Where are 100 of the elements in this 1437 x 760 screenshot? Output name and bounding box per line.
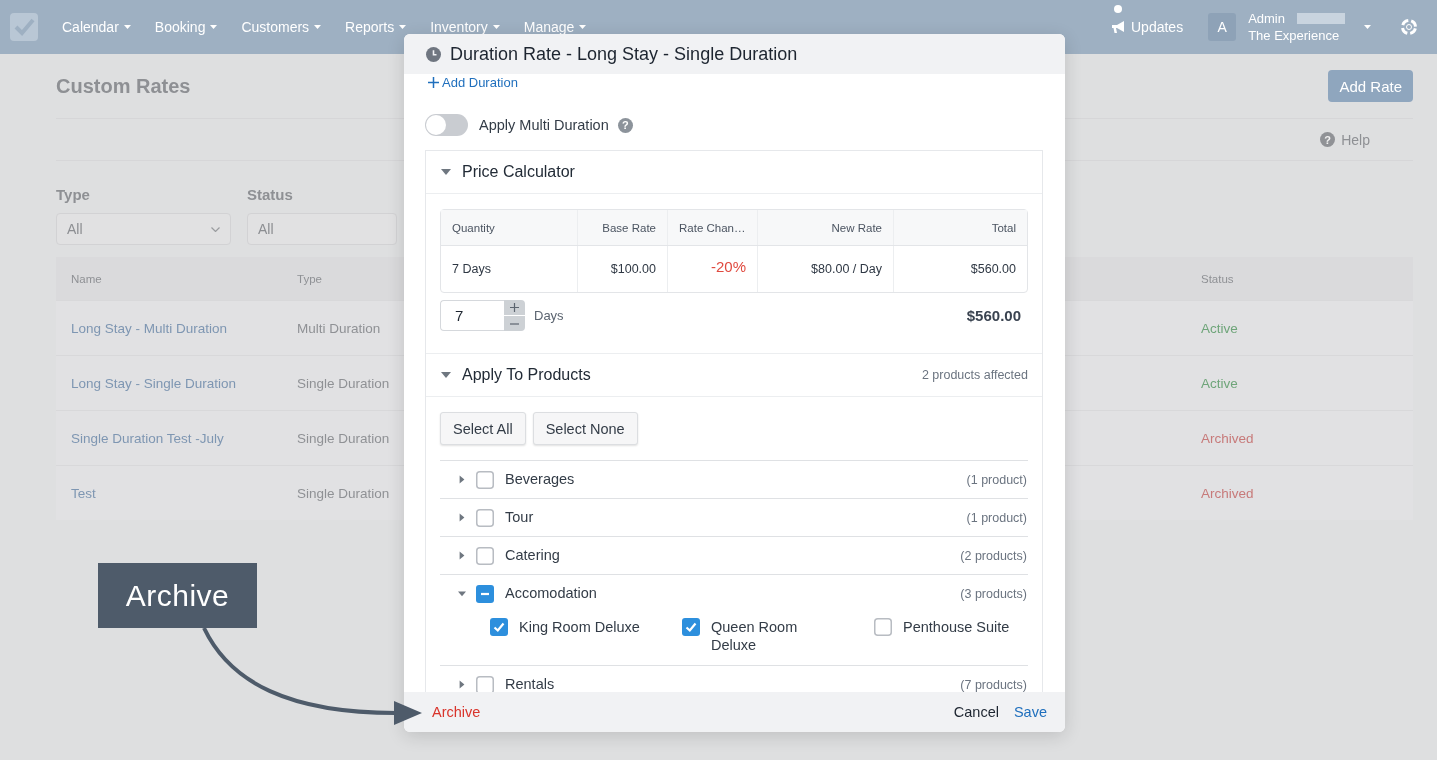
caret-icon[interactable]	[458, 589, 466, 598]
status-text: Archived	[1201, 430, 1254, 446]
add-rate-button[interactable]: Add Rate	[1328, 70, 1413, 102]
decrement-button[interactable]	[504, 316, 525, 331]
rate-name-link[interactable]: Test	[71, 485, 96, 501]
caret-icon	[314, 25, 322, 29]
checkmark-logo-icon[interactable]	[10, 13, 38, 41]
lifebuoy-icon[interactable]	[1401, 19, 1417, 35]
column-header: Total	[991, 221, 1016, 234]
caret-icon[interactable]	[458, 513, 466, 522]
toggle-label: Apply Multi Duration	[479, 117, 609, 133]
rate-name-link[interactable]: Single Duration Test -July	[71, 430, 224, 446]
checkbox[interactable]	[490, 618, 508, 636]
caret-icon[interactable]	[1364, 25, 1371, 29]
column-header: Base Rate	[602, 221, 656, 234]
caret-icon	[579, 25, 587, 29]
filter-label: Type	[56, 186, 90, 204]
caret-icon[interactable]	[458, 475, 466, 484]
modal-title: Duration Rate - Long Stay - Single Duration	[450, 43, 798, 65]
nav-menu-item[interactable]: Booking	[154, 20, 218, 34]
page-title: Custom Rates	[56, 74, 191, 98]
avatar[interactable]: A	[1208, 13, 1237, 41]
checkbox[interactable]	[476, 470, 494, 489]
increment-button[interactable]	[504, 300, 525, 315]
rate-name-link[interactable]: Long Stay - Single Duration	[71, 375, 237, 391]
section-title[interactable]: Price Calculator	[462, 163, 575, 181]
minus-icon	[510, 322, 519, 325]
rate-name-link[interactable]: Long Stay - Multi Duration	[71, 320, 228, 336]
rate-type-text: Single Duration	[297, 485, 390, 501]
caret-icon	[210, 25, 218, 29]
updates-button[interactable]: Updates	[1112, 19, 1184, 35]
table-cell: $80.00 / Day	[811, 262, 882, 276]
product-count: (1 product)	[966, 510, 1027, 525]
caret-icon[interactable]	[441, 370, 451, 380]
filter-label: Status	[247, 186, 293, 204]
product-count: (3 products)	[960, 586, 1027, 601]
chevron-down-icon	[211, 226, 220, 232]
category-name: Tour	[505, 509, 534, 526]
category-name: Rentals	[505, 676, 555, 692]
product-count: (2 products)	[960, 548, 1027, 563]
plus-icon	[510, 303, 519, 312]
footer-button[interactable]: Cancel	[953, 704, 999, 720]
section-title[interactable]: Apply To Products	[462, 366, 591, 384]
caret-icon[interactable]	[458, 551, 466, 560]
table-cell: -20%	[710, 258, 746, 275]
column-header: Quantity	[452, 221, 495, 234]
caret-icon[interactable]	[458, 680, 466, 689]
status-text: Active	[1201, 320, 1238, 336]
table-cell: 7 Days	[452, 262, 491, 276]
category-name: Catering	[505, 547, 560, 564]
clock-icon	[426, 46, 441, 62]
product-count: (7 products)	[960, 677, 1027, 692]
category-name: Beverages	[505, 471, 575, 488]
checkbox[interactable]	[476, 546, 494, 565]
help-link[interactable]: Help	[1341, 131, 1370, 148]
nav-menu-item[interactable]: Inventory	[430, 20, 500, 34]
select-field[interactable]: All	[247, 213, 397, 245]
checkbox[interactable]	[476, 675, 494, 692]
user-name[interactable]: Admin	[1248, 11, 1285, 26]
account-name[interactable]: The Experience	[1248, 28, 1345, 43]
nav-menu-item[interactable]: Reports	[345, 20, 407, 34]
megaphone-icon	[1112, 21, 1126, 33]
plus-icon	[428, 77, 439, 88]
product-name: Queen Room Deluxe	[711, 618, 799, 654]
add-duration-link[interactable]: Add Duration	[425, 74, 518, 91]
help-icon[interactable]: ?	[1320, 132, 1336, 147]
nav-menu-item[interactable]: Customers	[241, 20, 322, 34]
rate-type-text: Single Duration	[297, 375, 390, 391]
status-text: Active	[1201, 375, 1238, 391]
help-icon[interactable]: ?	[617, 117, 633, 133]
rate-type-text: Single Duration	[297, 430, 390, 446]
checkbox[interactable]	[874, 618, 892, 636]
checkbox[interactable]	[476, 508, 494, 527]
footer-button[interactable]: Archive	[432, 704, 481, 720]
product-name: King Room Deluxe	[519, 618, 640, 636]
redacted-block	[1297, 13, 1345, 24]
checkbox[interactable]	[476, 584, 494, 603]
column-header: New Rate	[831, 221, 882, 234]
caret-icon[interactable]	[441, 167, 451, 177]
select-button[interactable]: Select All	[440, 412, 526, 445]
callout-box: Archive	[98, 563, 257, 628]
toggle-switch[interactable]	[425, 114, 468, 136]
select-field[interactable]: All	[56, 213, 231, 245]
nav-menu-item[interactable]: Manage	[523, 20, 587, 34]
affected-summary: 2 products affected	[921, 368, 1028, 382]
rate-type-text: Multi Duration	[297, 320, 381, 336]
notification-dot-icon	[1114, 5, 1122, 13]
column-header: Name	[71, 272, 102, 285]
grand-total: $560.00	[966, 307, 1022, 324]
column-header: Status	[1201, 272, 1234, 285]
product-name: Penthouse Suite	[903, 618, 1010, 636]
table-cell: $560.00	[970, 262, 1016, 276]
caret-icon	[123, 25, 131, 29]
footer-button[interactable]: Save	[1013, 704, 1047, 720]
checkbox[interactable]	[682, 618, 700, 636]
select-button[interactable]: Select None	[532, 412, 638, 445]
nav-menu-item[interactable]: Calendar	[62, 20, 131, 34]
status-text: Archived	[1201, 485, 1254, 501]
category-name: Accomodation	[505, 585, 597, 602]
unit-label: Days	[534, 308, 564, 323]
